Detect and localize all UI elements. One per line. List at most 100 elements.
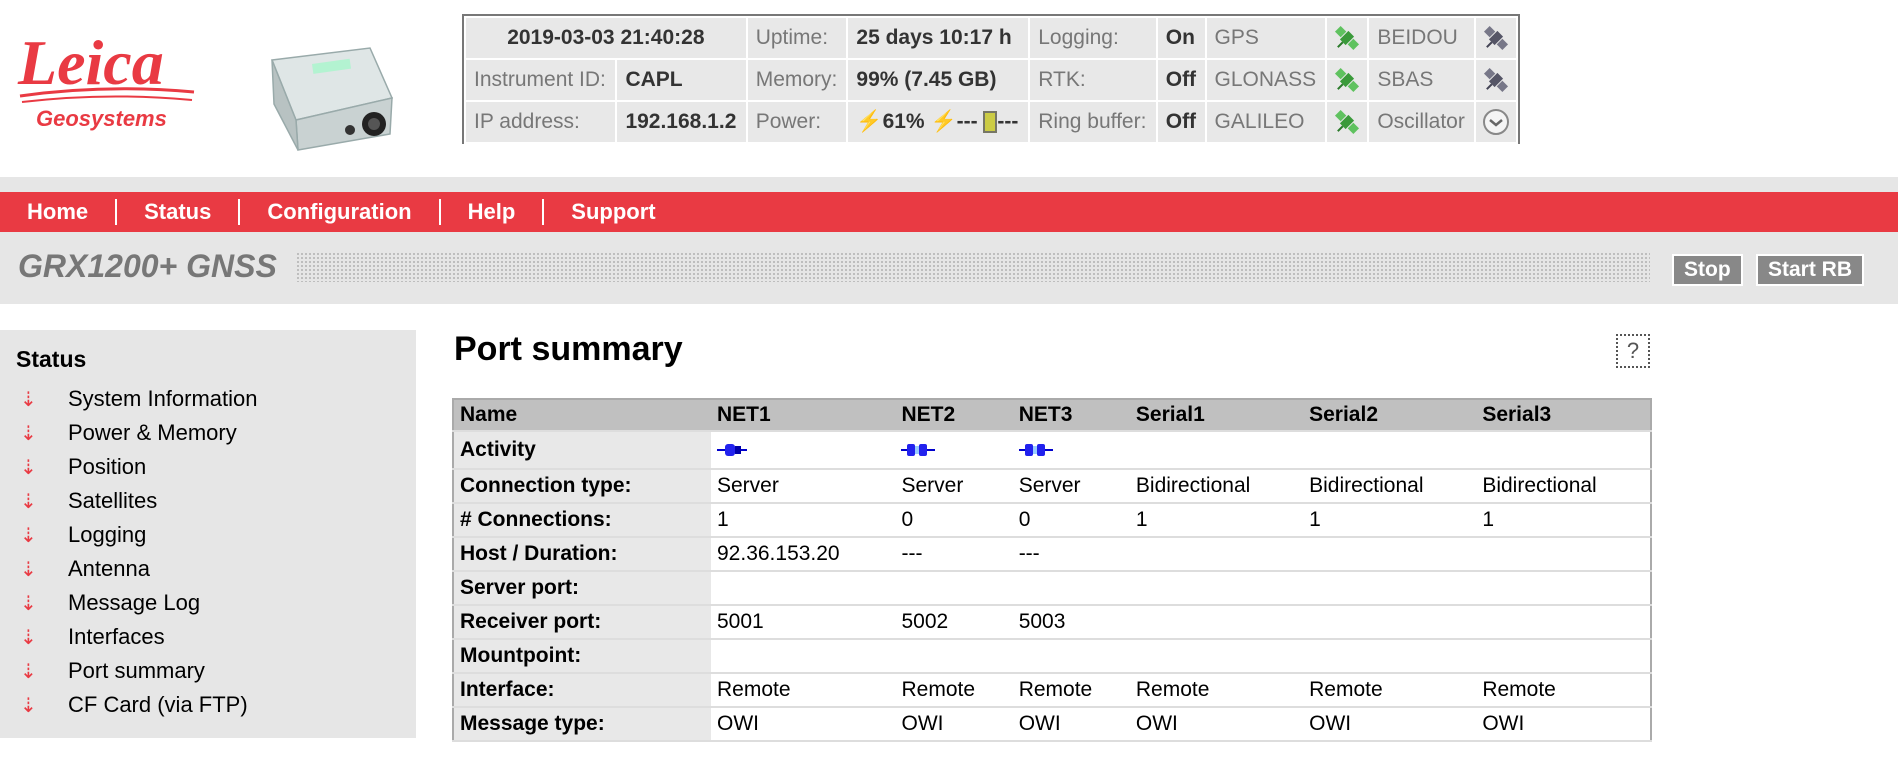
menu-support[interactable]: Support [544,199,682,225]
table-cell: 1 [711,503,896,538]
table-cell [1303,605,1477,640]
table-cell: --- [1012,537,1130,572]
table-cell: Remote [895,673,1013,708]
memory-label: Memory: [745,58,849,102]
row-label: Activity [453,431,711,470]
table-row: Interface: Remote Remote Remote Remote Remote… [453,673,1651,708]
row-label: # Connections: [453,503,711,538]
battery-icon [983,111,998,134]
arrow-down-icon: ⇣ [20,694,37,717]
sidebar-item-label: Port summary [68,658,205,683]
help-button[interactable]: ? [1616,334,1650,368]
table-row: Host / Duration: 92.36.153.20 --- --- [453,537,1651,572]
dotted-divider [296,252,1650,282]
menu-help[interactable]: Help [441,199,545,225]
activity-cell [1012,431,1130,470]
table-cell [1129,639,1304,674]
sbas-label: SBAS [1367,58,1476,102]
table-cell: OWI [1476,707,1651,742]
sidebar-item-label: Satellites [68,488,158,513]
row-label: Interface: [453,673,711,708]
column-header: NET2 [895,399,1013,432]
sidebar: Status ⇣ System Information ⇣ Power & Memo… [0,330,416,738]
table-cell: 5001 [711,605,896,640]
sidebar-item-satellites[interactable]: ⇣ Satellites [20,486,157,516]
table-cell [1303,537,1477,572]
plug-waiting-icon [1018,444,1053,457]
menu-configuration[interactable]: Configuration [240,199,441,225]
activity-cell [1303,431,1477,470]
main-menu: Home Status Configuration Help Support [0,192,1898,232]
table-cell [1476,571,1651,606]
table-cell [1303,639,1477,674]
table-cell: 1 [1129,503,1304,538]
row-label: Connection type: [453,469,711,504]
sidebar-item-port-summary[interactable]: ⇣ Port summary [20,656,205,686]
column-header: Serial1 [1129,399,1304,432]
arrow-down-icon: ⇣ [20,660,37,683]
device-name: GRX1200+ GNSS [18,248,277,284]
power-plug-icon: ⚡ [856,110,883,133]
table-cell: Remote [1476,673,1651,708]
table-cell [1129,537,1304,572]
datetime: 2019-03-03 21:40:28 [464,16,748,60]
status-panel: 2019-03-03 21:40:28 Uptime: 25 days 10:1… [462,14,1520,144]
table-cell [711,571,896,606]
sidebar-item-logging[interactable]: ⇣ Logging [20,520,146,550]
sidebar-item-label: Interfaces [68,624,165,649]
stop-button[interactable]: Stop [1672,254,1743,286]
table-row: Server port: [453,571,1651,606]
activity-cell [1129,431,1304,470]
table-cell: OWI [711,707,896,742]
gps-satellite-icon [1325,16,1370,60]
table-row: Receiver port: 5001 5002 5003 [453,605,1651,640]
sidebar-item-antenna[interactable]: ⇣ Antenna [20,554,150,584]
sidebar-item-position[interactable]: ⇣ Position [20,452,146,482]
column-header: Name [453,399,711,432]
sidebar-item-system-information[interactable]: ⇣ System Information [20,384,258,414]
arrow-down-icon: ⇣ [20,456,37,479]
column-header: NET1 [711,399,896,432]
table-cell: 1 [1476,503,1651,538]
device-title-bar: GRX1200+ GNSS Stop Start RB [0,232,1898,304]
table-header-row: Name NET1 NET2 NET3 Serial1 Serial2 Seri… [453,399,1651,432]
menu-home[interactable]: Home [0,199,118,225]
table-cell: Server [1012,469,1130,504]
table-row: Connection type: Server Server Server Bidire… [453,469,1651,504]
sidebar-item-cf-card[interactable]: ⇣ CF Card (via FTP) [20,690,248,720]
beidou-label: BEIDOU [1367,16,1476,60]
column-header: NET3 [1012,399,1130,432]
table-cell: OWI [1129,707,1304,742]
table-row: # Connections: 1 0 0 1 1 1 [453,503,1651,538]
table-cell: Server [895,469,1013,504]
row-label: Receiver port: [453,605,711,640]
table-cell [711,639,896,674]
arrow-down-icon: ⇣ [20,524,37,547]
activity-cell [711,431,896,470]
sidebar-item-power-memory[interactable]: ⇣ Power & Memory [20,418,237,448]
table-cell [1303,571,1477,606]
table-cell: Bidirectional [1129,469,1304,504]
sidebar-item-message-log[interactable]: ⇣ Message Log [20,588,200,618]
start-rb-button[interactable]: Start RB [1756,254,1865,286]
port-summary-table: Name NET1 NET2 NET3 Serial1 Serial2 Seri… [452,398,1652,742]
galileo-satellite-icon [1325,100,1370,144]
sidebar-item-label: CF Card (via FTP) [68,692,248,717]
arrow-down-icon: ⇣ [20,558,37,581]
header-divider [0,177,1898,192]
column-header: Serial3 [1476,399,1651,432]
table-cell [1476,537,1651,572]
ip-label: IP address: [463,100,618,144]
table-cell [895,571,1013,606]
table-cell [1129,571,1304,606]
table-cell: OWI [1303,707,1477,742]
galileo-label: GALILEO [1204,100,1328,144]
sidebar-item-interfaces[interactable]: ⇣ Interfaces [20,622,165,652]
activity-cell [1476,431,1651,470]
uptime-value: 25 days 10:17 h [846,16,1031,60]
plug-connected-icon [717,444,747,457]
logging-label: Logging: [1028,16,1158,60]
table-cell: --- [895,537,1013,572]
table-cell: Remote [1012,673,1130,708]
menu-status[interactable]: Status [117,199,241,225]
